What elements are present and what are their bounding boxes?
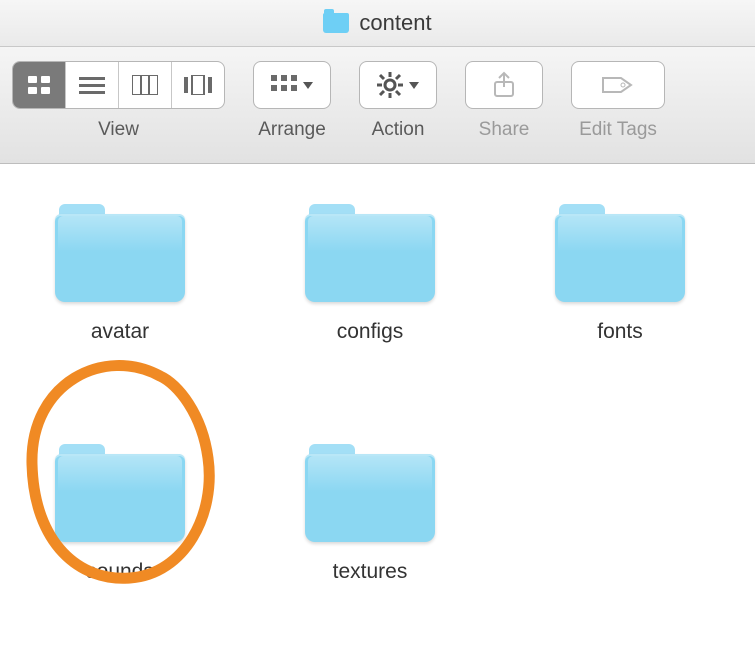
view-group: View	[12, 61, 225, 141]
folder-item-textures[interactable]: textures	[300, 444, 440, 584]
share-group: Share	[465, 61, 543, 141]
view-coverflow-button[interactable]	[172, 62, 224, 108]
arrange-label: Arrange	[258, 119, 326, 141]
folder-grid: avatar configs fonts sounds textures	[50, 204, 705, 584]
edit-tags-group: Edit Tags	[571, 61, 665, 141]
folder-item-avatar[interactable]: avatar	[50, 204, 190, 344]
view-segmented-control	[12, 61, 225, 109]
arrange-button[interactable]	[253, 61, 331, 109]
list-icon	[79, 76, 105, 94]
share-icon	[492, 71, 516, 99]
edit-tags-button[interactable]	[571, 61, 665, 109]
action-group: Action	[359, 61, 437, 141]
gear-icon	[377, 72, 403, 98]
view-list-button[interactable]	[66, 62, 119, 108]
view-columns-button[interactable]	[119, 62, 172, 108]
folder-icon	[323, 13, 349, 33]
folder-icon	[55, 444, 185, 542]
share-label: Share	[479, 119, 530, 141]
folder-label: sounds	[86, 560, 154, 584]
edit-tags-label: Edit Tags	[579, 119, 657, 141]
chevron-down-icon	[303, 82, 313, 89]
share-button[interactable]	[465, 61, 543, 109]
arrange-group: Arrange	[253, 61, 331, 141]
folder-item-sounds[interactable]: sounds	[50, 444, 190, 584]
action-button[interactable]	[359, 61, 437, 109]
folder-icon	[305, 204, 435, 302]
folder-icon	[305, 444, 435, 542]
arrange-icon	[271, 75, 297, 95]
folder-icon	[555, 204, 685, 302]
window-titlebar: content	[0, 0, 755, 47]
content-area: avatar configs fonts sounds textures	[0, 164, 755, 624]
folder-label: textures	[333, 560, 408, 584]
view-label: View	[98, 119, 139, 141]
folder-item-fonts[interactable]: fonts	[550, 204, 690, 344]
toolbar: View Arrange	[0, 47, 755, 164]
action-label: Action	[372, 119, 425, 141]
grid-icon	[27, 75, 51, 95]
folder-label: avatar	[91, 320, 149, 344]
folder-label: configs	[337, 320, 404, 344]
folder-icon	[55, 204, 185, 302]
coverflow-icon	[184, 75, 212, 95]
columns-icon	[132, 75, 158, 95]
folder-label: fonts	[597, 320, 643, 344]
window-title: content	[359, 10, 431, 36]
tag-icon	[601, 74, 635, 96]
view-icons-button[interactable]	[13, 62, 66, 108]
chevron-down-icon	[409, 82, 419, 89]
folder-item-configs[interactable]: configs	[300, 204, 440, 344]
